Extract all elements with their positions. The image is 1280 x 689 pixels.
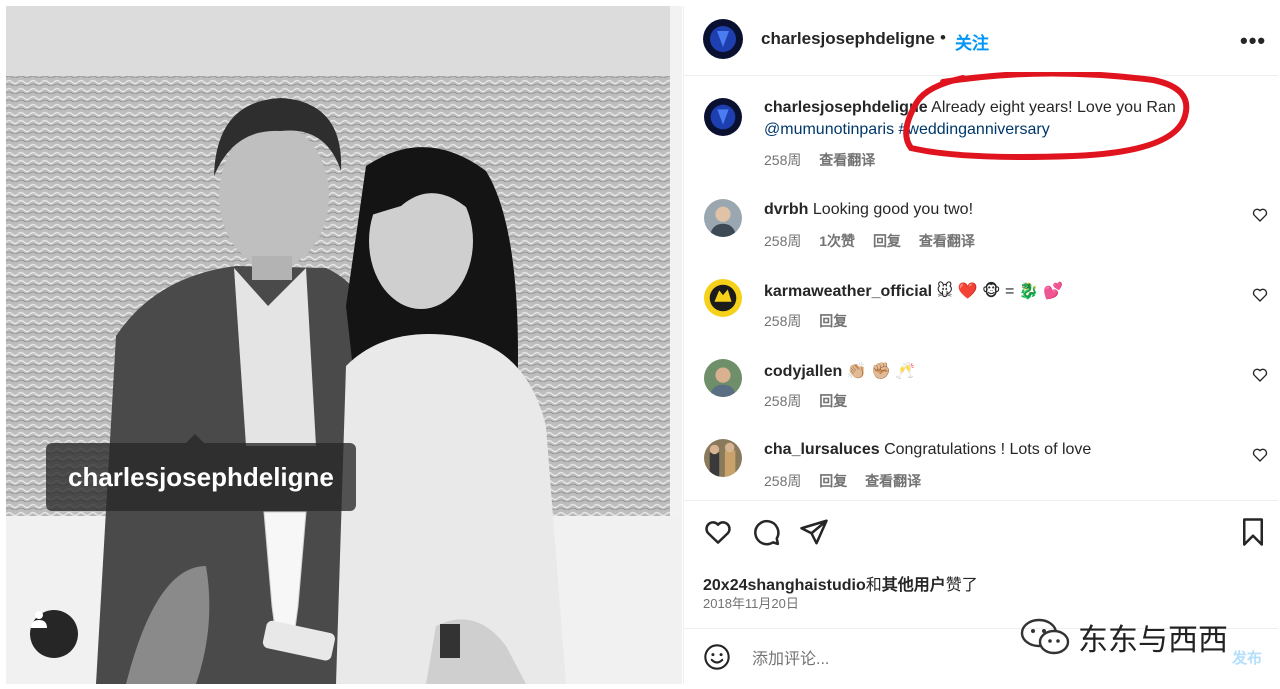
- liked-by-user[interactable]: 20x24shanghaistudio: [703, 577, 866, 594]
- comment-translate-button[interactable]: 查看翻译: [919, 233, 975, 249]
- heart-icon[interactable]: [1252, 367, 1268, 383]
- comment-icon[interactable]: [751, 517, 781, 547]
- comment-item: codyjallen 👏🏼 ✊🏼 🥂 258周 回复: [684, 354, 1278, 414]
- caption-mention[interactable]: @mumunotinparis: [764, 121, 894, 138]
- comment-like-count[interactable]: 1次赞: [819, 233, 855, 249]
- comment-username[interactable]: karmaweather_official: [764, 283, 932, 300]
- author-username[interactable]: charlesjosephdeligne: [761, 29, 935, 49]
- comment-text-line: karmaweather_official 🐭 ❤️ 🐵 = 🐉 💕: [764, 281, 1063, 301]
- comment-avatar[interactable]: [704, 439, 742, 477]
- comment-reply-button[interactable]: 回复: [873, 233, 901, 249]
- comment-item: dvrbh Looking good you two! 258周 1次赞 回复 …: [684, 194, 1278, 254]
- likes-and: 和: [865, 577, 882, 594]
- heart-icon[interactable]: [1252, 447, 1268, 463]
- comment-meta: 258周 回复 查看翻译: [764, 471, 935, 491]
- heart-icon[interactable]: [1252, 207, 1268, 223]
- comment-username[interactable]: dvrbh: [764, 201, 808, 218]
- like-heart-icon[interactable]: [703, 517, 733, 547]
- avatar-image: [704, 279, 742, 317]
- comment-time: 258周: [764, 313, 802, 329]
- comment-reply-button[interactable]: 回复: [819, 313, 847, 329]
- caption-avatar[interactable]: [704, 98, 742, 136]
- comment-text: Congratulations ! Lots of love: [879, 441, 1092, 458]
- avatar-image: [704, 359, 742, 397]
- caption-meta: 258周 查看翻译: [764, 150, 889, 170]
- more-options-icon[interactable]: •••: [1240, 28, 1266, 54]
- person-icon: [31, 611, 47, 628]
- comment-text-line: cha_lursaluces Congratulations ! Lots of…: [764, 441, 1091, 459]
- avatar-image: [703, 19, 743, 59]
- comment-username[interactable]: cha_lursaluces: [764, 441, 880, 458]
- caption-time: 258周: [764, 152, 802, 168]
- comment-text-line: codyjallen 👏🏼 ✊🏼 🥂: [764, 361, 915, 381]
- comment-avatar[interactable]: [704, 279, 742, 317]
- photo-illustration: [6, 6, 682, 684]
- avatar-image: [704, 199, 742, 237]
- comment-time: 258周: [764, 393, 802, 409]
- photo-user-tag[interactable]: charlesjosephdeligne: [46, 434, 356, 511]
- comment-reply-button[interactable]: 回复: [819, 393, 847, 409]
- header-separator: •: [940, 28, 946, 47]
- post-photo[interactable]: charlesjosephdeligne: [6, 6, 682, 684]
- comment-text: Looking good you two!: [808, 201, 974, 218]
- likes-summary: 20x24shanghaistudio和其他用户赞了: [703, 571, 978, 595]
- comment-time: 258周: [764, 473, 802, 489]
- post-date[interactable]: 2018年11月20日: [703, 593, 799, 612]
- comment-meta: 258周 1次赞 回复 查看翻译: [764, 231, 989, 251]
- follow-button[interactable]: 关注: [955, 29, 989, 54]
- comment-avatar[interactable]: [704, 199, 742, 237]
- watermark-text: 东东与西西: [1078, 623, 1228, 658]
- comment-text: 👏🏼 ✊🏼 🥂: [842, 363, 916, 380]
- red-annotation-circle: [903, 72, 1190, 160]
- comment-time: 258周: [764, 233, 802, 249]
- comment-text-line: dvrbh Looking good you two!: [764, 201, 973, 219]
- post-header: charlesjosephdeligne • 关注 •••: [684, 6, 1278, 76]
- bookmark-icon[interactable]: [1240, 517, 1266, 547]
- author-avatar[interactable]: [703, 19, 743, 59]
- comment-reply-button[interactable]: 回复: [819, 473, 847, 489]
- comment-username[interactable]: codyjallen: [764, 363, 842, 380]
- comment-translate-button[interactable]: 查看翻译: [865, 473, 921, 489]
- liked-by-others[interactable]: 其他用户: [882, 577, 946, 594]
- comment-input[interactable]: 添加评论...: [752, 645, 829, 669]
- avatar-image: [704, 439, 742, 477]
- caption-translate-button[interactable]: 查看翻译: [819, 152, 875, 168]
- post-actions: 20x24shanghaistudio和其他用户赞了 2018年11月20日: [684, 500, 1278, 628]
- tagged-users-button[interactable]: [30, 610, 78, 658]
- comment-item: cha_lursaluces Congratulations ! Lots of…: [684, 434, 1278, 494]
- comment-avatar[interactable]: [704, 359, 742, 397]
- likes-suffix: 赞了: [945, 577, 978, 594]
- wechat-icon: [1020, 618, 1070, 655]
- comment-meta: 258周 回复: [764, 391, 861, 411]
- post-comment-button[interactable]: 发布: [1232, 647, 1262, 668]
- share-icon[interactable]: [799, 517, 829, 547]
- avatar-image: [704, 98, 742, 136]
- instagram-post-window: charlesjosephdeligne charlesjosephdelign…: [0, 0, 1280, 689]
- comment-item: karmaweather_official 🐭 ❤️ 🐵 = 🐉 💕 258周 …: [684, 274, 1278, 334]
- emoji-icon[interactable]: [703, 643, 731, 671]
- watermark: 东东与西西: [1020, 615, 1228, 659]
- heart-icon[interactable]: [1252, 287, 1268, 303]
- comment-text: 🐭 ❤️ 🐵 = 🐉 💕: [932, 283, 1064, 300]
- comment-meta: 258周 回复: [764, 311, 861, 331]
